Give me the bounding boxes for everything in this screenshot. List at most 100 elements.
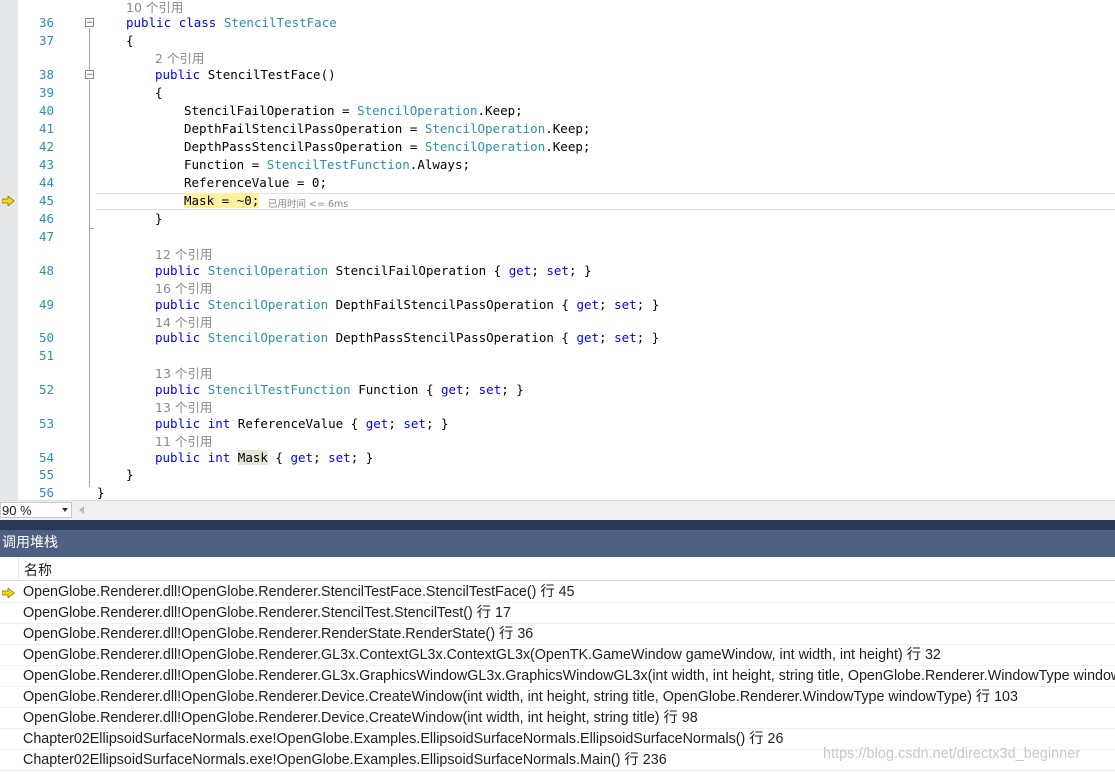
collapse-class-icon[interactable]: − bbox=[85, 18, 94, 28]
call-stack-frame[interactable]: OpenGlobe.Renderer.dll!OpenGlobe.Rendere… bbox=[0, 687, 1115, 708]
code-text: Function = bbox=[184, 157, 267, 172]
line-number: 55 bbox=[38, 467, 54, 482]
panel-title[interactable]: 调用堆栈 bbox=[0, 530, 1115, 557]
call-stack-frame[interactable]: OpenGlobe.Renderer.dll!OpenGlobe.Rendere… bbox=[0, 603, 1115, 624]
line-number: 49 bbox=[38, 297, 54, 312]
type-name: StencilOperation bbox=[207, 297, 329, 312]
keyword: public bbox=[126, 15, 172, 30]
fold-guide bbox=[89, 229, 90, 487]
type-name: StencilOperation bbox=[357, 103, 478, 118]
collapse-ctor-icon[interactable]: − bbox=[85, 70, 94, 80]
code-text: ; bbox=[463, 382, 479, 397]
codelens-references[interactable]: 11 个引用 bbox=[155, 434, 212, 450]
codelens-references[interactable]: 14 个引用 bbox=[155, 315, 212, 331]
keyword: set bbox=[614, 330, 637, 345]
frame-name: OpenGlobe.Renderer.dll!OpenGlobe.Rendere… bbox=[23, 626, 534, 642]
line-number: 36 bbox=[38, 15, 54, 30]
scroll-left-icon[interactable] bbox=[79, 506, 84, 514]
codelens-references[interactable]: 2 个引用 bbox=[155, 51, 204, 67]
keyword: set bbox=[478, 382, 502, 397]
code-text: .Keep; bbox=[477, 103, 523, 118]
call-stack-frame[interactable]: OpenGlobe.Renderer.dll!OpenGlobe.Rendere… bbox=[0, 666, 1115, 687]
call-stack-frame[interactable]: OpenGlobe.Renderer.dll!OpenGlobe.Rendere… bbox=[0, 582, 1115, 603]
code-line-48: public StencilOperation StencilFailOpera… bbox=[155, 263, 592, 279]
keyword: set bbox=[403, 416, 426, 431]
code-text: ; } bbox=[568, 263, 592, 278]
current-statement: Mask = ~0; bbox=[184, 193, 260, 208]
frame-name: OpenGlobe.Renderer.dll!OpenGlobe.Rendere… bbox=[23, 647, 941, 663]
codelens-references[interactable]: 13 个引用 bbox=[155, 366, 212, 382]
code-line-53: public int ReferenceValue { get; set; } bbox=[155, 416, 449, 432]
code-editor[interactable]: 36 37 38 39 40 41 42 43 44 45 46 47 48 4… bbox=[0, 0, 1115, 500]
code-text: { bbox=[267, 450, 291, 465]
line-number: 50 bbox=[38, 330, 54, 345]
chevron-down-icon[interactable] bbox=[62, 508, 68, 512]
codelens-references[interactable]: 10 个引用 bbox=[126, 0, 183, 16]
type-name: StencilOperation bbox=[424, 139, 546, 154]
call-stack-frame[interactable]: OpenGlobe.Renderer.dll!OpenGlobe.Rendere… bbox=[0, 708, 1115, 729]
current-statement-arrow-icon bbox=[2, 196, 15, 206]
keyword: class bbox=[178, 15, 217, 30]
keyword: public bbox=[155, 297, 201, 312]
call-stack-frame[interactable]: OpenGlobe.Renderer.dll!OpenGlobe.Rendere… bbox=[0, 645, 1115, 666]
keyword: public bbox=[155, 67, 201, 82]
code-line-36: public class StencilTestFace bbox=[126, 15, 337, 31]
line-number: 56 bbox=[38, 485, 54, 500]
frame-name: OpenGlobe.Renderer.dll!OpenGlobe.Rendere… bbox=[23, 689, 1018, 705]
perf-tip[interactable]: 已用时间 <= 6ms bbox=[268, 196, 348, 210]
call-stack-frame[interactable]: OpenGlobe.Renderer.dll!OpenGlobe.Rendere… bbox=[0, 624, 1115, 645]
code-text: ; } bbox=[350, 450, 374, 465]
line-number: 42 bbox=[38, 139, 54, 154]
line-number: 52 bbox=[38, 382, 54, 397]
code-text: ; bbox=[388, 416, 404, 431]
keyword: public bbox=[155, 382, 201, 397]
line-number: 53 bbox=[38, 416, 54, 431]
code-text: .Keep; bbox=[545, 121, 591, 136]
frame-name: Chapter02EllipsoidSurfaceNormals.exe!Ope… bbox=[23, 752, 667, 768]
watermark: https://blog.csdn.net/directx3d_beginner bbox=[823, 746, 1081, 762]
code-text: ; bbox=[599, 330, 615, 345]
frame-name: OpenGlobe.Renderer.dll!OpenGlobe.Rendere… bbox=[23, 605, 511, 621]
panel-splitter[interactable] bbox=[0, 520, 1115, 530]
line-number: 44 bbox=[38, 175, 54, 190]
fold-guide bbox=[89, 80, 90, 228]
frame-name: Chapter02EllipsoidSurfaceNormals.exe!Ope… bbox=[23, 731, 784, 747]
line-number: 40 bbox=[38, 103, 54, 118]
code-line-41: DepthFailStencilPassOperation = StencilO… bbox=[184, 121, 590, 137]
type-name: StencilTestFunction bbox=[207, 382, 351, 397]
line-number: 37 bbox=[38, 33, 54, 48]
code-text: ; bbox=[313, 450, 329, 465]
class-name: StencilTestFace bbox=[223, 15, 337, 30]
frame-name: OpenGlobe.Renderer.dll!OpenGlobe.Rendere… bbox=[23, 668, 1115, 684]
code-text: DepthFailStencilPassOperation { bbox=[328, 297, 577, 312]
code-text: DepthFailStencilPassOperation = bbox=[184, 121, 425, 136]
keyword: public bbox=[155, 263, 201, 278]
keyword: public bbox=[155, 330, 201, 345]
code-text: ; } bbox=[501, 382, 524, 397]
codelens-references[interactable]: 16 个引用 bbox=[155, 281, 212, 297]
column-header: 名称 bbox=[0, 557, 1115, 581]
code-text: ; bbox=[531, 263, 547, 278]
code-text: ; bbox=[599, 297, 615, 312]
codelens-references[interactable]: 13 个引用 bbox=[155, 400, 212, 416]
column-header-name[interactable]: 名称 bbox=[24, 560, 52, 580]
icon-column-divider bbox=[18, 557, 19, 581]
code-text: .Always; bbox=[409, 157, 471, 172]
code-line-55: } bbox=[126, 467, 134, 482]
codelens-references[interactable]: 12 个引用 bbox=[155, 247, 212, 263]
keyword: get bbox=[441, 382, 464, 397]
code-line-50: public StencilOperation DepthPassStencil… bbox=[155, 330, 659, 346]
call-stack-panel: 调用堆栈 名称 OpenGlobe.Renderer.dll!OpenGlobe… bbox=[0, 530, 1115, 774]
keyword: get bbox=[290, 450, 314, 465]
indicator-margin[interactable] bbox=[0, 0, 18, 500]
symbol-highlight: Mask bbox=[237, 450, 268, 465]
code-line-44: ReferenceValue = 0; bbox=[184, 175, 327, 190]
code-text: ; } bbox=[636, 297, 660, 312]
code-line-37: { bbox=[126, 33, 134, 48]
zoom-combobox[interactable]: 90 % bbox=[0, 502, 72, 518]
line-number: 51 bbox=[38, 348, 54, 363]
code-line-56: } bbox=[97, 485, 105, 500]
code-line-40: StencilFailOperation = StencilOperation.… bbox=[184, 103, 523, 119]
frame-name: OpenGlobe.Renderer.dll!OpenGlobe.Rendere… bbox=[23, 710, 698, 726]
code-text: StencilFailOperation = bbox=[184, 103, 358, 118]
